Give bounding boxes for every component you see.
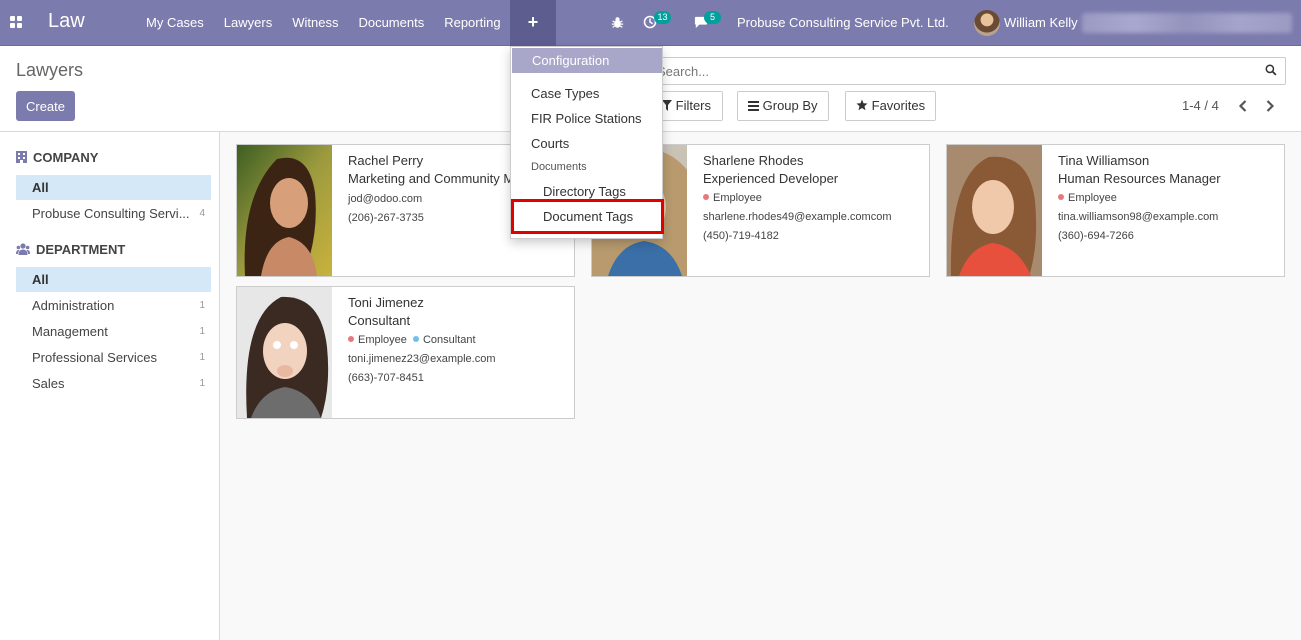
pager-value[interactable]: 1-4 / 4	[1182, 98, 1219, 113]
dropdown-configuration-header[interactable]: Configuration	[512, 48, 662, 73]
company-item-label: All	[32, 180, 49, 195]
user-avatar[interactable]	[974, 10, 1000, 36]
breadcrumb: Lawyers	[16, 60, 84, 80]
debug-bug-icon[interactable]	[611, 0, 624, 46]
menu-reporting[interactable]: Reporting	[434, 0, 510, 46]
blurred-region	[1082, 13, 1292, 33]
menu-witness[interactable]: Witness	[282, 0, 348, 46]
card-email: toni.jimenez23@example.com	[348, 353, 496, 365]
menu-plus-more[interactable]: +	[510, 0, 556, 46]
search-icon[interactable]	[1265, 64, 1277, 76]
card-tags: Employee	[703, 191, 925, 205]
card-name: Sharlene Rhodes	[703, 153, 804, 168]
card-email: tina.williamson98@example.com	[1058, 211, 1219, 223]
lawyer-card[interactable]: Tina Williamson Human Resources Manager …	[946, 144, 1285, 277]
company-item-label: Probuse Consulting Servi...	[32, 206, 190, 221]
company-item-count: 4	[199, 208, 205, 219]
dropdown-item-courts[interactable]: Courts	[511, 133, 662, 155]
department-item-label: Management	[32, 324, 108, 339]
department-item-count: 1	[199, 326, 205, 337]
company-item-probuse[interactable]: Probuse Consulting Servi... 4	[16, 201, 211, 226]
card-tags: Employee Consultant	[348, 333, 570, 347]
card-phone: (663)-707-8451	[348, 372, 424, 384]
company-switcher[interactable]: Probuse Consulting Service Pvt. Ltd.	[737, 0, 949, 46]
bars-icon	[748, 101, 759, 111]
filters-label: Filters	[675, 98, 712, 113]
department-item-label: Professional Services	[32, 350, 157, 365]
search-box	[640, 57, 1286, 85]
department-item-professional-services[interactable]: Professional Services 1	[16, 345, 211, 370]
activity-badge: 13	[654, 11, 671, 24]
star-icon	[856, 99, 868, 111]
main-menu: My Cases Lawyers Witness Documents Repor…	[136, 0, 511, 46]
card-job-title: Human Resources Manager	[1058, 171, 1221, 186]
tag-dot-employee	[1058, 194, 1064, 200]
department-header-label: DEPARTMENT	[36, 242, 126, 257]
highlight-box	[511, 199, 664, 234]
dropdown-section-documents: Documents	[531, 161, 587, 173]
lawyer-card[interactable]: Toni Jimenez Consultant Employee Consult…	[236, 286, 575, 419]
card-phone: (360)-694-7266	[1058, 230, 1134, 242]
activity-clock-icon[interactable]	[643, 0, 657, 46]
card-phone: (450)-719-4182	[703, 230, 779, 242]
tag-consultant: Consultant	[422, 334, 476, 346]
messages-chat-icon[interactable]	[694, 0, 708, 46]
messages-badge: 5	[704, 11, 721, 24]
card-email: sharlene.rhodes49@example.comcom	[703, 211, 892, 223]
create-button[interactable]: Create	[16, 91, 75, 121]
company-header: COMPANY	[16, 150, 98, 165]
department-item-management[interactable]: Management 1	[16, 319, 211, 344]
tag-employee: Employee	[358, 334, 407, 346]
tag-dot-consultant	[412, 336, 419, 342]
tag-employee: Employee	[713, 192, 762, 204]
user-menu[interactable]: William Kelly	[1004, 0, 1078, 46]
side-panel: COMPANY All Probuse Consulting Servi... …	[0, 132, 220, 640]
building-icon	[16, 151, 27, 163]
department-item-label: All	[32, 272, 49, 287]
tag-dot-employee	[703, 194, 709, 200]
card-body: Sharlene Rhodes Experienced Developer Em…	[703, 153, 925, 243]
dropdown-item-case-types[interactable]: Case Types	[511, 83, 662, 105]
app-brand: Law	[48, 10, 85, 32]
favorites-label: Favorites	[871, 98, 926, 113]
lawyer-photo	[947, 145, 1042, 276]
groupby-label: Group By	[762, 98, 818, 113]
company-item-all[interactable]: All	[16, 175, 211, 200]
department-header: DEPARTMENT	[16, 242, 125, 257]
department-item-count: 1	[199, 378, 205, 389]
dropdown-item-fir-police-stations[interactable]: FIR Police Stations	[511, 108, 662, 130]
card-tags: Employee	[1058, 191, 1280, 205]
menu-lawyers[interactable]: Lawyers	[214, 0, 282, 46]
tag-employee: Employee	[1068, 192, 1117, 204]
department-item-count: 1	[199, 300, 205, 311]
card-job-title: Experienced Developer	[703, 171, 839, 186]
more-menu-dropdown: Configuration Case Types FIR Police Stat…	[510, 46, 664, 239]
chevron-left-icon[interactable]	[1235, 98, 1251, 114]
apps-grid-icon[interactable]	[10, 16, 22, 28]
card-body: Tina Williamson Human Resources Manager …	[1058, 153, 1280, 243]
lawyer-photo	[237, 145, 332, 276]
top-navbar: Law My Cases Lawyers Witness Documents R…	[0, 0, 1301, 46]
chevron-right-icon[interactable]	[1262, 98, 1278, 114]
filter-funnel-icon	[662, 100, 672, 111]
card-name: Toni Jimenez	[348, 295, 424, 310]
groupby-button[interactable]: Group By	[737, 91, 829, 121]
department-item-all[interactable]: All	[16, 267, 211, 292]
department-item-administration[interactable]: Administration 1	[16, 293, 211, 318]
department-item-sales[interactable]: Sales 1	[16, 371, 211, 396]
card-job-title: Consultant	[348, 313, 411, 328]
department-item-label: Administration	[32, 298, 115, 313]
card-name: Tina Williamson	[1058, 153, 1150, 168]
menu-documents[interactable]: Documents	[348, 0, 434, 46]
department-item-count: 1	[199, 352, 205, 363]
search-input[interactable]	[655, 62, 1245, 80]
users-icon	[16, 243, 30, 255]
menu-my-cases[interactable]: My Cases	[136, 0, 214, 46]
favorites-button[interactable]: Favorites	[845, 91, 937, 121]
company-header-label: COMPANY	[33, 150, 99, 165]
lawyer-photo	[237, 287, 332, 418]
department-item-label: Sales	[32, 376, 65, 391]
card-body: Toni Jimenez Consultant Employee Consult…	[348, 295, 570, 385]
tag-dot-employee	[348, 336, 354, 342]
